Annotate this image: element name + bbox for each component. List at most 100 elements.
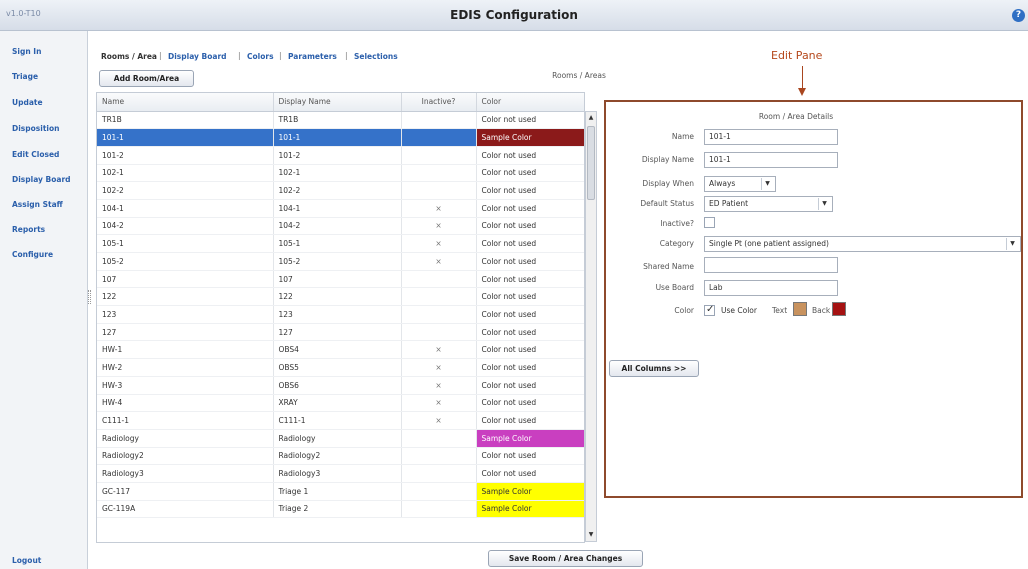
sidebar-item-triage[interactable]: Triage (12, 72, 38, 81)
cell-color: Color not used (476, 287, 584, 307)
color-label: Color (674, 306, 694, 315)
cell-color: Color not used (476, 394, 584, 413)
table-row[interactable]: GC-119A Triage 2 Sample Color (97, 500, 584, 519)
cell-inactive: × (401, 340, 477, 360)
sidebar-item-assign-staff[interactable]: Assign Staff (12, 200, 63, 209)
text-color-swatch[interactable] (793, 302, 807, 316)
display-when-select[interactable]: Always ▼ (704, 176, 776, 192)
cell-display-name: 101-2 (273, 146, 402, 165)
cell-name: GC-119A (97, 500, 274, 519)
table-row[interactable]: 102-1 102-1 Color not used (97, 164, 584, 183)
cell-display-name: 123 (273, 305, 402, 324)
sidebar-item-edit-closed[interactable]: Edit Closed (12, 150, 59, 159)
category-value: Single Pt (one patient assigned) (709, 239, 829, 248)
cell-name: HW-1 (97, 340, 274, 360)
table-row[interactable]: 102-2 102-2 Color not used (97, 181, 584, 200)
default-status-value: ED Patient (709, 199, 749, 208)
table-row[interactable]: 122 122 Color not used (97, 287, 584, 307)
scrollbar-thumb[interactable] (587, 126, 595, 200)
sidebar-item-display-board[interactable]: Display Board (12, 175, 71, 184)
inactive-checkbox[interactable] (704, 217, 715, 228)
table-row[interactable]: 105-1 105-1 × Color not used (97, 234, 584, 253)
cell-display-name: Triage 2 (273, 500, 402, 519)
cell-name: HW-4 (97, 394, 274, 413)
inactive-label: Inactive? (660, 219, 694, 228)
all-columns-button[interactable]: All Columns >> (609, 360, 699, 377)
table-row[interactable]: Radiology3 Radiology3 Color not used (97, 464, 584, 483)
table-row[interactable]: HW-1 OBS4 × Color not used (97, 340, 584, 360)
use-color-checkbox[interactable] (704, 304, 715, 316)
cell-name: 104-1 (97, 199, 274, 218)
table-row[interactable]: TR1B TR1B Color not used (97, 111, 584, 130)
table-row[interactable]: Radiology2 Radiology2 Color not used (97, 447, 584, 466)
table-row[interactable]: HW-3 OBS6 × Color not used (97, 376, 584, 395)
column-header-inactive[interactable]: Inactive? (401, 93, 477, 112)
cell-display-name: 102-1 (273, 164, 402, 183)
cell-inactive (401, 111, 477, 130)
cell-color: Color not used (476, 411, 584, 430)
sidebar-splitter[interactable] (88, 290, 91, 304)
table-row[interactable]: 104-1 104-1 × Color not used (97, 199, 584, 218)
use-board-field[interactable]: Lab (704, 280, 838, 296)
table-row[interactable]: 104-2 104-2 × Color not used (97, 217, 584, 236)
scroll-up-icon[interactable]: ▲ (587, 113, 595, 123)
table-scrollbar[interactable]: ▲ ▼ (585, 111, 597, 542)
cell-display-name: Radiology2 (273, 447, 402, 466)
table-row[interactable]: C111-1 C111-1 × Color not used (97, 411, 584, 430)
back-color-swatch[interactable] (832, 302, 846, 316)
cell-inactive (401, 287, 477, 307)
save-room-area-changes-button[interactable]: Save Room / Area Changes (488, 550, 643, 567)
display-name-field[interactable]: 101-1 (704, 152, 838, 168)
shared-name-field[interactable] (704, 257, 838, 273)
cell-name: HW-2 (97, 358, 274, 377)
table-row[interactable]: Radiology Radiology Sample Color (97, 429, 584, 448)
sidebar-item-reports[interactable]: Reports (12, 225, 45, 234)
cell-inactive: × (401, 394, 477, 413)
tab-display-board[interactable]: Display Board (168, 52, 227, 61)
cell-name: Radiology2 (97, 447, 274, 466)
cell-inactive (401, 146, 477, 165)
chevron-down-icon: ▼ (818, 198, 830, 210)
cell-color: Sample Color (476, 500, 584, 519)
cell-name: 105-2 (97, 252, 274, 271)
column-header-name[interactable]: Name (97, 93, 274, 112)
help-icon[interactable]: ? (1012, 9, 1025, 22)
sidebar: Sign In Triage Update Disposition Edit C… (0, 31, 88, 569)
add-room-area-button[interactable]: Add Room/Area (99, 70, 194, 87)
use-color-label: Use Color (721, 306, 757, 315)
cell-inactive (401, 429, 477, 448)
cell-color: Color not used (476, 323, 584, 342)
sidebar-item-sign-in[interactable]: Sign In (12, 47, 41, 56)
table-row[interactable]: 127 127 Color not used (97, 323, 584, 342)
sidebar-item-configure[interactable]: Configure (12, 250, 53, 259)
table-row[interactable]: 101-1 101-1 Sample Color (97, 128, 584, 147)
cell-display-name: OBS6 (273, 376, 402, 395)
column-header-color[interactable]: Color (476, 93, 584, 112)
cell-inactive (401, 305, 477, 324)
table-row[interactable]: GC-117 Triage 1 Sample Color (97, 482, 584, 501)
tab-selections[interactable]: Selections (354, 52, 398, 61)
table-row[interactable]: 101-2 101-2 Color not used (97, 146, 584, 165)
column-header-display-name[interactable]: Display Name (273, 93, 402, 112)
cell-inactive (401, 323, 477, 342)
cell-inactive: × (401, 252, 477, 271)
tab-parameters[interactable]: Parameters (288, 52, 337, 61)
cell-inactive: × (401, 411, 477, 430)
table-row[interactable]: HW-2 OBS5 × Color not used (97, 358, 584, 377)
table-row[interactable]: HW-4 XRAY × Color not used (97, 394, 584, 413)
tab-rooms-area[interactable]: Rooms / Area (101, 52, 157, 61)
sidebar-item-update[interactable]: Update (12, 98, 43, 107)
default-status-select[interactable]: ED Patient ▼ (704, 196, 833, 212)
table-row[interactable]: 107 107 Color not used (97, 270, 584, 289)
table-row[interactable]: 105-2 105-2 × Color not used (97, 252, 584, 271)
category-select[interactable]: Single Pt (one patient assigned) ▼ (704, 236, 1021, 252)
use-board-label: Use Board (655, 283, 694, 292)
table-row[interactable]: 123 123 Color not used (97, 305, 584, 324)
scroll-down-icon[interactable]: ▼ (587, 530, 595, 540)
logout-link[interactable]: Logout (12, 556, 41, 565)
cell-display-name: TR1B (273, 111, 402, 130)
tab-colors[interactable]: Colors (247, 52, 274, 61)
name-field[interactable]: 101-1 (704, 129, 838, 145)
cell-color: Color not used (476, 252, 584, 271)
sidebar-item-disposition[interactable]: Disposition (12, 124, 59, 133)
